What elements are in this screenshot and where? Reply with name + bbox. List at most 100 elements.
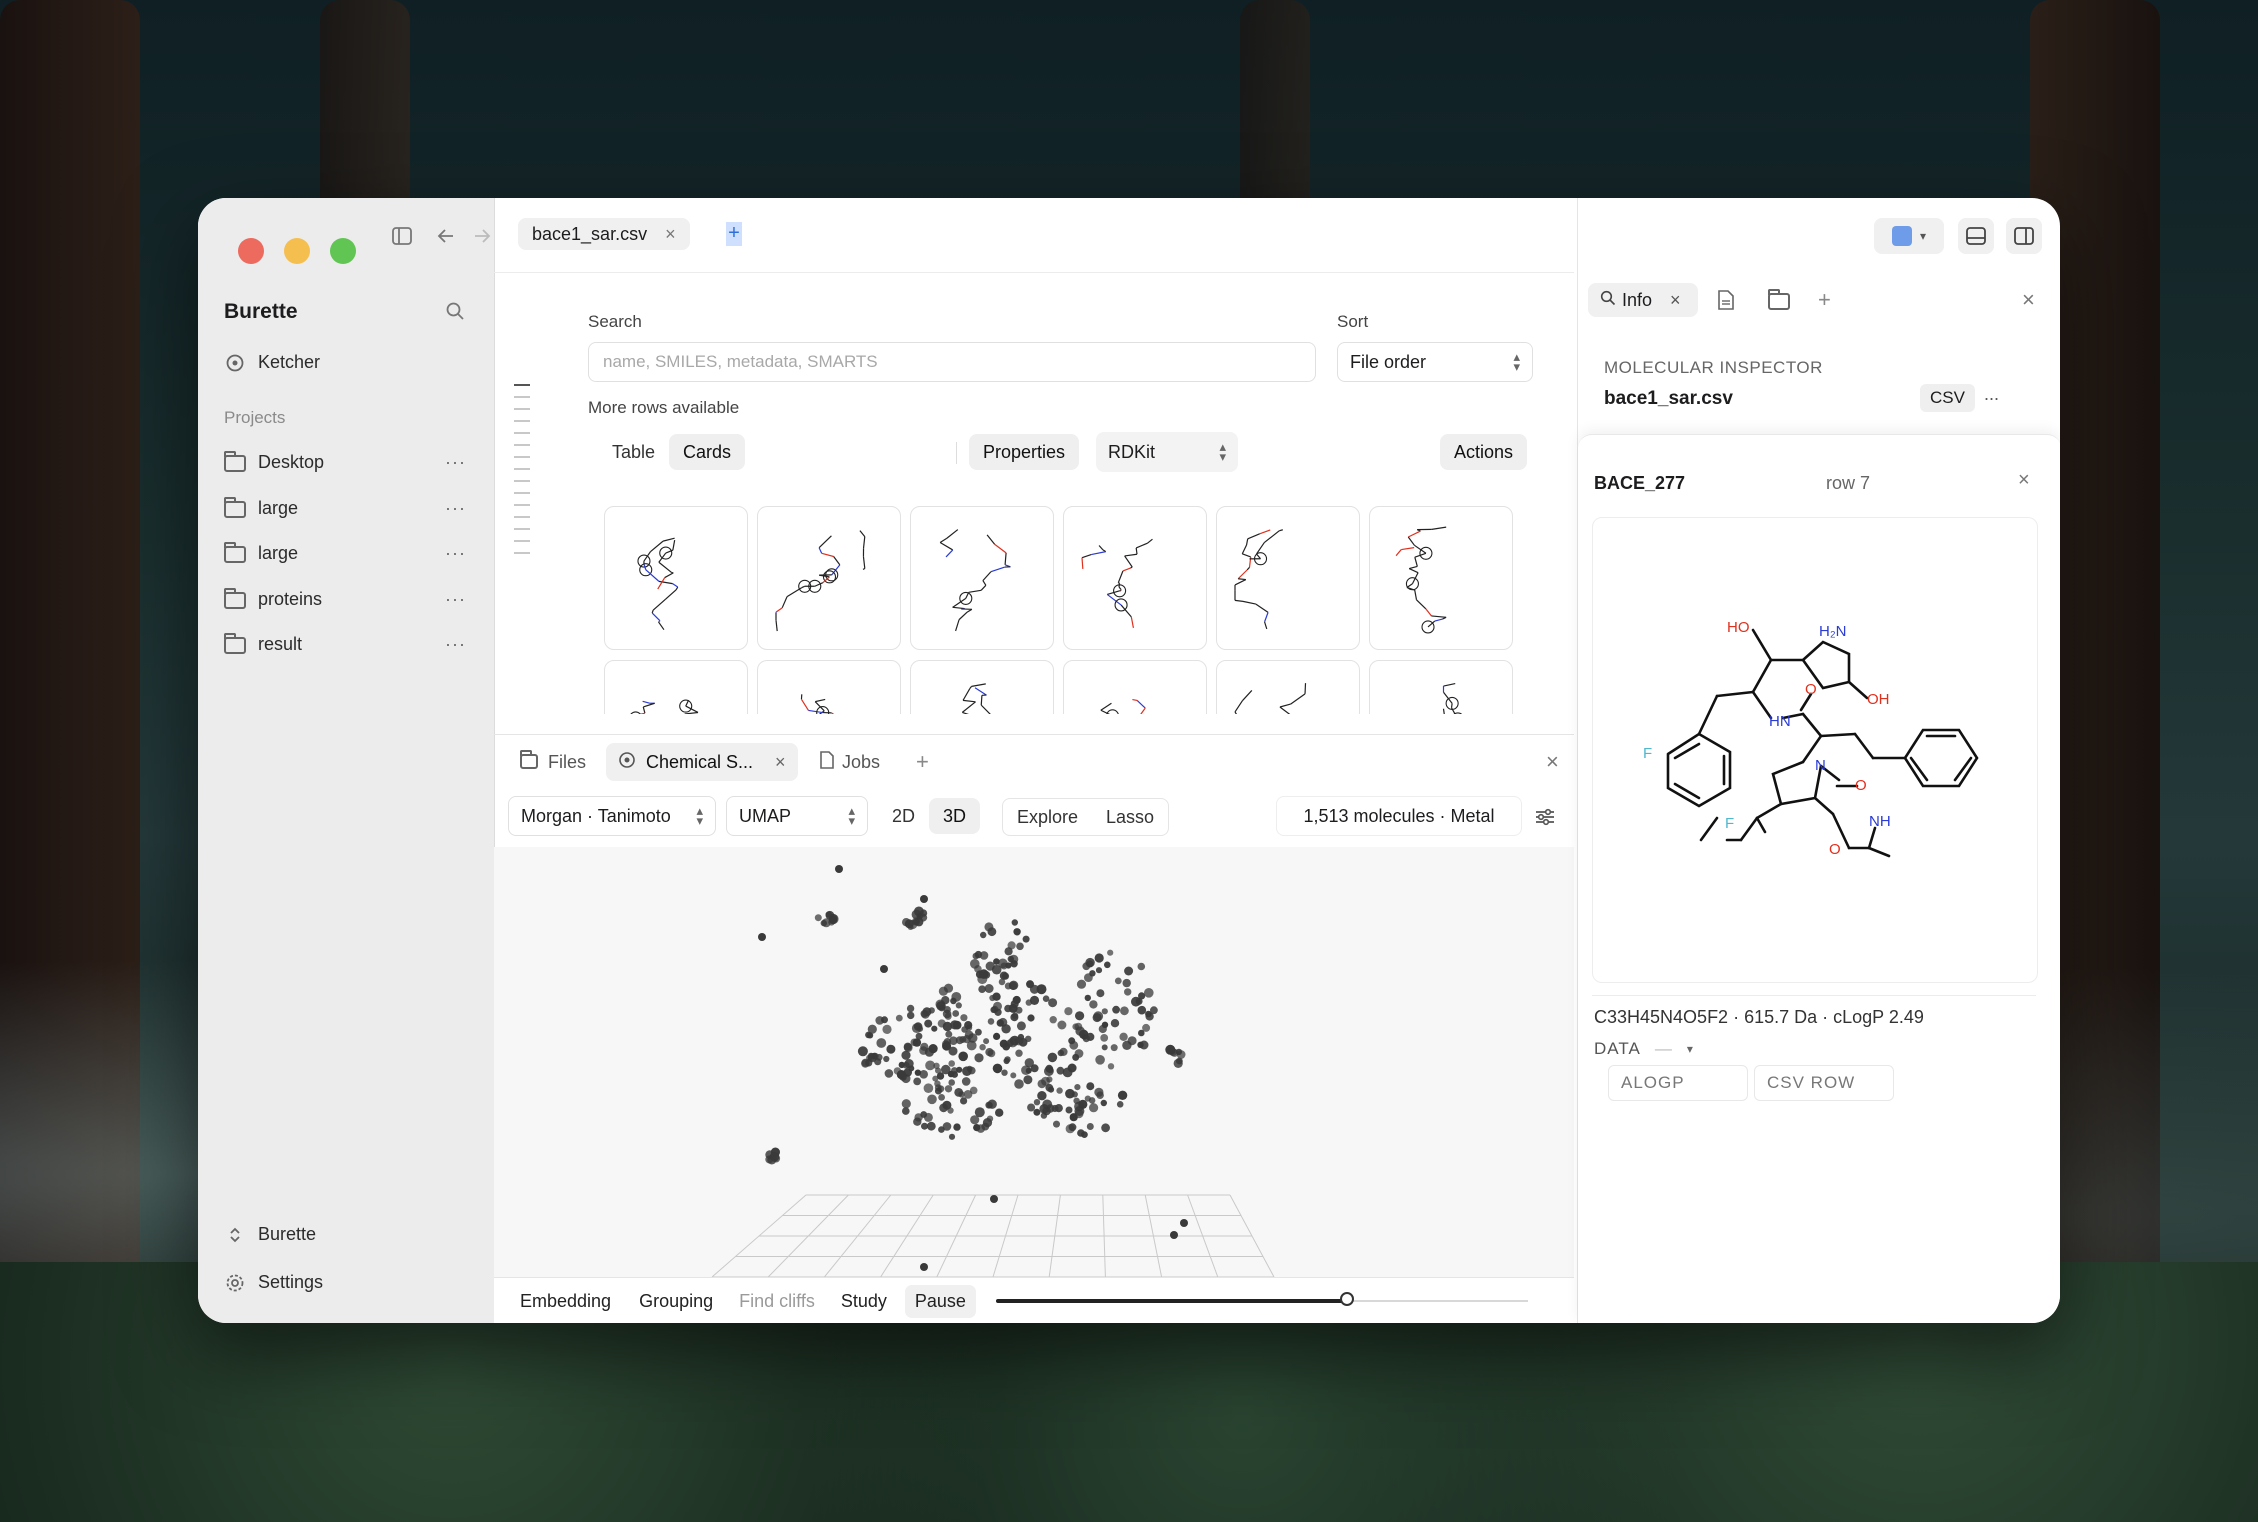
renderer-select[interactable]: RDKit ▴ ▾ [1096, 432, 1238, 472]
project-menu-button[interactable]: ··· [445, 589, 466, 610]
minimize-window-button[interactable] [284, 238, 310, 264]
find-cliffs-step[interactable]: Find cliffs [739, 1291, 815, 1312]
molecule-card[interactable] [1063, 660, 1207, 714]
molecule-card[interactable] [910, 660, 1054, 714]
data-section-toggle[interactable]: DATA — ▾ [1594, 1039, 1694, 1059]
reduction-value: UMAP [739, 805, 792, 826]
molecule-card[interactable] [1216, 660, 1360, 714]
bottom-tab-bar: Files Chemical S... × Jobs + × [494, 735, 1574, 789]
search-input[interactable] [588, 342, 1316, 382]
view-picker-button[interactable]: ▾ [1874, 218, 1944, 254]
folder-icon[interactable] [1768, 283, 1790, 317]
add-tab-button[interactable]: + [1818, 283, 1831, 317]
explore-button[interactable]: Explore [1003, 799, 1092, 835]
slider-knob[interactable] [1340, 1292, 1355, 1306]
sidebar-item-project[interactable]: proteins [224, 588, 468, 610]
data-column-header[interactable]: ALOGP [1608, 1065, 1748, 1101]
settings-button[interactable]: Settings [224, 1272, 323, 1293]
molecule-row: row 7 [1826, 473, 1871, 493]
actions-button[interactable]: Actions [1440, 434, 1528, 470]
atom-label-hydroxyl: OH [1867, 691, 1890, 708]
properties-button[interactable]: Properties [969, 434, 1080, 470]
sidebar-item-project[interactable]: large [224, 497, 468, 519]
right-panel-toggle-icon[interactable] [2006, 218, 2042, 254]
scatter-canvas[interactable] [494, 847, 1574, 1278]
project-menu-button[interactable]: ··· [445, 543, 466, 564]
2d-button[interactable]: 2D [878, 798, 929, 834]
view-mode-toggle: Table Cards [598, 434, 746, 470]
close-tab-icon[interactable]: × [775, 752, 786, 773]
workspace-switcher[interactable]: Burette [224, 1224, 316, 1245]
table-view-button[interactable]: Table [598, 434, 669, 470]
grouping-step[interactable]: Grouping [639, 1291, 713, 1312]
sidebar-toggle-icon[interactable] [388, 222, 416, 250]
molecule-card[interactable] [757, 660, 901, 714]
bottom-panel-toggle-icon[interactable] [1958, 218, 1994, 254]
lasso-button[interactable]: Lasso [1092, 799, 1168, 835]
document-icon[interactable] [1718, 283, 1734, 317]
molecule-card-grid [604, 506, 1524, 714]
atom-label-oxygen: O [1855, 777, 1867, 794]
molecule-card[interactable] [910, 506, 1054, 650]
projects-heading: Projects [224, 408, 286, 427]
molecule-structure-view[interactable]: F F HO H₂N OH HN O N O NH O [1592, 517, 2038, 983]
atom-label-fluorine: F [1725, 815, 1734, 832]
close-panel-button[interactable]: × [1534, 743, 1571, 781]
close-panel-button[interactable]: × [2022, 283, 2035, 317]
molecule-card[interactable] [1063, 506, 1207, 650]
right-panel: ▾ Info × + × MOLECULAR INSPECTOR bace1_s… [1577, 198, 2060, 1323]
embedding-step[interactable]: Embedding [520, 1291, 611, 1312]
sidebar-item-project[interactable]: result [224, 633, 468, 655]
molecule-card[interactable] [604, 660, 748, 714]
inspector-menu-button[interactable]: ... [1984, 384, 1999, 405]
sort-select[interactable]: File order ▴ ▾ [1337, 342, 1533, 382]
molecule-card[interactable] [1216, 506, 1360, 650]
tab-info[interactable]: Info × [1588, 283, 1698, 317]
new-tab-button[interactable]: + [726, 222, 742, 246]
row-scroll-ruler[interactable] [514, 384, 530, 564]
progress-slider[interactable] [995, 1292, 1528, 1306]
atom-label-oxygen: O [1829, 841, 1841, 858]
molecule-card[interactable] [1369, 506, 1513, 650]
sliders-icon[interactable] [1530, 802, 1560, 832]
tab-files[interactable]: Files [508, 743, 598, 781]
sidebar-item-ketcher[interactable]: Ketcher [224, 352, 320, 373]
search-icon[interactable] [442, 298, 468, 324]
sidebar-item-project[interactable]: large [224, 542, 468, 564]
project-menu-button[interactable]: ··· [445, 634, 466, 655]
close-window-button[interactable] [238, 238, 264, 264]
pause-button[interactable]: Pause [904, 1284, 976, 1318]
sidebar-item-project[interactable]: Desktop [224, 451, 468, 473]
sidebar-item-label: result [258, 634, 303, 654]
embedding-3d-plot[interactable] [494, 847, 1574, 1278]
cards-view-button[interactable]: Cards [669, 434, 746, 470]
close-detail-button[interactable]: × [2018, 469, 2030, 492]
tab-jobs[interactable]: Jobs [808, 743, 892, 781]
study-step[interactable]: Study [841, 1291, 887, 1312]
file-tab[interactable]: bace1_sar.csv × [518, 218, 690, 250]
reduction-select[interactable]: UMAP ▴ ▾ [726, 796, 868, 836]
tab-chemical-space[interactable]: Chemical S... × [606, 743, 798, 781]
sort-label: Sort [1337, 312, 1369, 331]
zoom-window-button[interactable] [330, 238, 356, 264]
molecule-card[interactable] [604, 506, 748, 650]
project-menu-button[interactable]: ··· [445, 452, 466, 473]
chevron-up-down-icon: ▴ ▾ [696, 803, 703, 828]
data-column-header[interactable]: CSV ROW [1754, 1065, 1894, 1101]
app-name: Burette [224, 300, 298, 323]
back-arrow-icon[interactable] [432, 222, 460, 250]
search-label: Search [588, 312, 642, 331]
3d-button[interactable]: 3D [929, 798, 981, 834]
actions-group: Actions [1440, 434, 1528, 470]
molecule-thumbnail [1442, 682, 1463, 714]
sort-value: File order [1350, 351, 1427, 372]
molecule-card[interactable] [1369, 660, 1513, 714]
close-tab-icon[interactable]: × [665, 224, 676, 245]
fingerprint-select[interactable]: Morgan · Tanimoto ▴ ▾ [508, 796, 716, 836]
project-menu-button[interactable]: ··· [445, 498, 466, 519]
molecule-card[interactable] [757, 506, 901, 650]
molecule-count-badge: 1,513 molecules · Metal [1276, 796, 1522, 836]
forward-arrow-icon[interactable] [470, 222, 494, 250]
close-tab-icon[interactable]: × [1670, 290, 1681, 311]
add-tab-button[interactable]: + [904, 743, 941, 781]
